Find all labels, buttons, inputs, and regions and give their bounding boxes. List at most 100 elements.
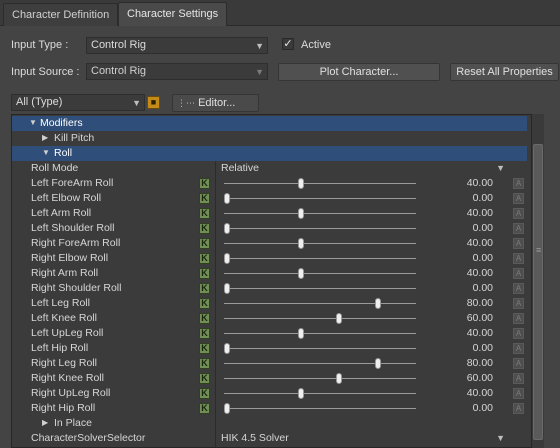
slider-track[interactable] — [224, 363, 416, 364]
property-value[interactable]: 60.00 — [449, 312, 493, 324]
animate-button[interactable]: A — [513, 403, 524, 414]
key-button[interactable]: K — [199, 388, 210, 399]
plot-character-button[interactable]: Plot Character... — [278, 63, 440, 81]
slider-track[interactable] — [224, 288, 416, 289]
property-value[interactable]: 40.00 — [449, 207, 493, 219]
property-value[interactable]: 80.00 — [449, 297, 493, 309]
key-button[interactable]: K — [199, 403, 210, 414]
slider-handle[interactable] — [298, 178, 304, 189]
slider-track[interactable] — [224, 258, 416, 259]
roll-mode-dropdown[interactable]: Relative ▼ — [221, 161, 509, 176]
tree-node-kill-pitch[interactable]: ▶ Kill Pitch — [12, 131, 527, 146]
animate-button[interactable]: A — [513, 358, 524, 369]
slider-track[interactable] — [224, 408, 416, 409]
slider-handle[interactable] — [224, 253, 230, 264]
input-type-dropdown[interactable]: Control Rig ▼ — [86, 37, 268, 54]
animate-button[interactable]: A — [513, 268, 524, 279]
key-button[interactable]: K — [199, 178, 210, 189]
animate-button[interactable]: A — [513, 223, 524, 234]
property-value[interactable]: 0.00 — [449, 252, 493, 264]
key-button[interactable]: K — [199, 313, 210, 324]
property-value[interactable]: 60.00 — [449, 372, 493, 384]
key-button[interactable]: K — [199, 358, 210, 369]
animate-button[interactable]: A — [513, 193, 524, 204]
slider-handle[interactable] — [375, 358, 381, 369]
tab-character-settings[interactable]: Character Settings — [118, 2, 228, 26]
collapsed-triangle-icon[interactable]: ▶ — [42, 418, 48, 427]
slider-handle[interactable] — [298, 328, 304, 339]
vertical-scrollbar[interactable]: ≡ — [531, 114, 544, 448]
property-value[interactable]: 40.00 — [449, 387, 493, 399]
slider-handle[interactable] — [224, 403, 230, 414]
animate-button[interactable]: A — [513, 373, 524, 384]
key-button[interactable]: K — [199, 208, 210, 219]
animate-button[interactable]: A — [513, 238, 524, 249]
key-button[interactable]: K — [199, 298, 210, 309]
property-value[interactable]: 80.00 — [449, 357, 493, 369]
property-value[interactable]: 0.00 — [449, 342, 493, 354]
slider-handle[interactable] — [375, 298, 381, 309]
tree-node-modifiers[interactable]: ▼ Modifiers — [12, 116, 527, 131]
key-button[interactable]: K — [199, 343, 210, 354]
property-value[interactable]: 40.00 — [449, 327, 493, 339]
key-button[interactable]: K — [199, 328, 210, 339]
slider-track[interactable] — [224, 213, 416, 214]
slider-track[interactable] — [224, 273, 416, 274]
slider-handle[interactable] — [298, 268, 304, 279]
expand-triangle-icon[interactable]: ▼ — [42, 148, 50, 157]
slider-handle[interactable] — [298, 238, 304, 249]
slider-handle[interactable] — [224, 223, 230, 234]
key-button[interactable]: K — [199, 283, 210, 294]
slider-track[interactable] — [224, 303, 416, 304]
property-value[interactable]: 40.00 — [449, 237, 493, 249]
slider-track[interactable] — [224, 228, 416, 229]
animate-button[interactable]: A — [513, 283, 524, 294]
slider-handle[interactable] — [224, 343, 230, 354]
key-button[interactable]: K — [199, 253, 210, 264]
slider-track[interactable] — [224, 348, 416, 349]
slider-handle[interactable] — [224, 283, 230, 294]
animate-button[interactable]: A — [513, 328, 524, 339]
key-button[interactable]: K — [199, 193, 210, 204]
slider-track[interactable] — [224, 198, 416, 199]
reset-all-properties-button[interactable]: Reset All Properties — [450, 63, 559, 81]
editor-button[interactable]: ⋮⋯ Editor... — [172, 94, 259, 112]
animate-button[interactable]: A — [513, 313, 524, 324]
property-value[interactable]: 40.00 — [449, 267, 493, 279]
collapsed-triangle-icon[interactable]: ▶ — [42, 133, 48, 142]
animate-button[interactable]: A — [513, 298, 524, 309]
animate-button[interactable]: A — [513, 178, 524, 189]
animate-button[interactable]: A — [513, 343, 524, 354]
animate-button[interactable]: A — [513, 388, 524, 399]
type-filter-dropdown[interactable]: All (Type) ▼ — [11, 94, 145, 111]
tree-node-roll[interactable]: ▼ Roll — [12, 146, 527, 161]
property-value[interactable]: 0.00 — [449, 222, 493, 234]
slider-handle[interactable] — [224, 193, 230, 204]
slider-handle[interactable] — [298, 388, 304, 399]
slider-track[interactable] — [224, 378, 416, 379]
property-value[interactable]: 0.00 — [449, 192, 493, 204]
key-button[interactable]: K — [199, 268, 210, 279]
slider-handle[interactable] — [298, 208, 304, 219]
key-button[interactable]: K — [199, 238, 210, 249]
property-value[interactable]: 0.00 — [449, 402, 493, 414]
key-button[interactable]: K — [199, 373, 210, 384]
tab-character-definition[interactable]: Character Definition — [3, 3, 119, 26]
key-button[interactable]: K — [199, 223, 210, 234]
active-checkbox[interactable]: ✓ — [282, 38, 294, 50]
solver-dropdown[interactable]: HIK 4.5 Solver ▼ — [221, 431, 509, 446]
property-value[interactable]: 40.00 — [449, 177, 493, 189]
animate-button[interactable]: A — [513, 253, 524, 264]
expand-triangle-icon[interactable]: ▼ — [29, 118, 37, 127]
tree-node-in-place[interactable]: ▶ In Place — [12, 416, 527, 431]
slider-track[interactable] — [224, 318, 416, 319]
animate-button[interactable]: A — [513, 208, 524, 219]
lock-icon[interactable]: ■ — [147, 96, 160, 109]
slider-track[interactable] — [224, 333, 416, 334]
slider-track[interactable] — [224, 183, 416, 184]
slider-handle[interactable] — [336, 373, 342, 384]
slider-track[interactable] — [224, 243, 416, 244]
input-source-dropdown[interactable]: Control Rig ▼ — [86, 63, 268, 80]
slider-handle[interactable] — [336, 313, 342, 324]
slider-track[interactable] — [224, 393, 416, 394]
